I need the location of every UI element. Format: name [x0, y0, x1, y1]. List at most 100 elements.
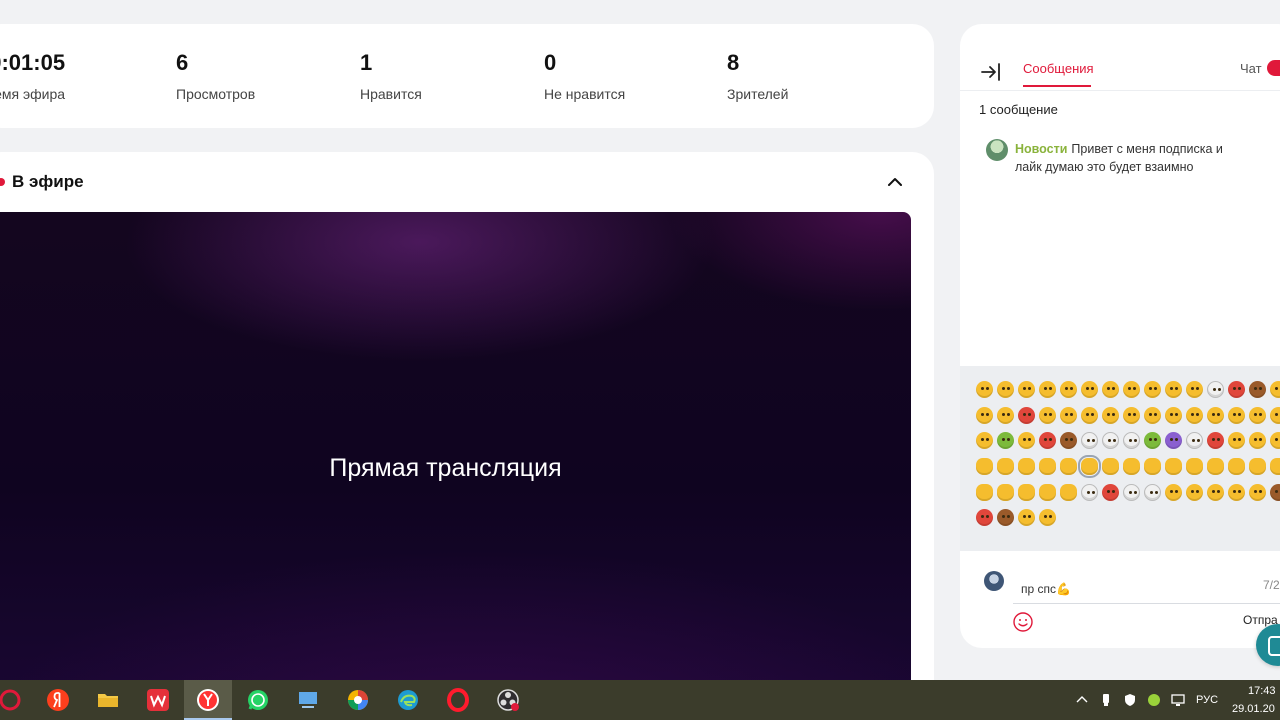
emoji-option[interactable] — [1018, 381, 1035, 398]
emoji-option[interactable] — [1039, 483, 1056, 501]
emoji-option[interactable] — [997, 381, 1014, 398]
emoji-option[interactable] — [1165, 381, 1182, 398]
antivirus-icon[interactable] — [1147, 693, 1161, 707]
emoji-option[interactable] — [1060, 432, 1077, 450]
emoji-option[interactable] — [976, 432, 993, 450]
emoji-option[interactable] — [1144, 483, 1161, 501]
opera-gx-icon[interactable] — [0, 688, 24, 712]
emoji-option[interactable] — [1165, 432, 1182, 450]
tab-messages[interactable]: Сообщения — [1023, 61, 1094, 76]
emoji-option[interactable] — [1165, 483, 1182, 501]
wps-office-icon[interactable] — [146, 688, 170, 712]
emoji-option[interactable] — [1186, 432, 1203, 450]
emoji-option[interactable] — [1060, 483, 1077, 501]
emoji-option[interactable] — [1270, 432, 1280, 450]
emoji-option[interactable] — [1228, 406, 1245, 424]
emoji-option[interactable] — [1228, 432, 1245, 450]
network-icon[interactable] — [1171, 693, 1185, 707]
emoji-option[interactable] — [1123, 432, 1140, 450]
clock-time[interactable]: 17:43 — [1248, 685, 1276, 697]
yandex-icon[interactable] — [46, 688, 70, 712]
emoji-option[interactable] — [1144, 432, 1161, 450]
emoji-option[interactable] — [976, 406, 993, 424]
message-input[interactable] — [1013, 574, 1280, 604]
emoji-option[interactable] — [1207, 381, 1224, 398]
emoji-option[interactable] — [1039, 406, 1056, 424]
emoji-option[interactable] — [997, 483, 1014, 501]
emoji-option[interactable] — [1144, 458, 1161, 476]
emoji-option[interactable] — [997, 432, 1014, 450]
emoji-option[interactable] — [1144, 406, 1161, 424]
color-picker-icon[interactable] — [346, 688, 370, 712]
chevron-up-icon[interactable] — [1075, 693, 1089, 707]
edge-icon[interactable] — [396, 688, 420, 712]
obs-icon[interactable] — [496, 688, 520, 712]
emoji-option[interactable] — [1039, 381, 1056, 398]
emoji-option[interactable] — [1144, 381, 1161, 398]
emoji-option[interactable] — [1123, 458, 1140, 476]
emoji-option[interactable] — [1270, 381, 1280, 398]
emoji-option[interactable] — [1249, 381, 1266, 398]
emoji-option[interactable] — [1207, 432, 1224, 450]
emoji-option[interactable] — [1123, 381, 1140, 398]
emoji-option[interactable] — [1018, 406, 1035, 424]
emoji-option[interactable] — [1081, 381, 1098, 398]
emoji-option[interactable] — [976, 483, 993, 501]
emoji-option[interactable] — [1186, 483, 1203, 501]
emoji-option[interactable] — [1060, 406, 1077, 424]
emoji-option[interactable] — [1207, 406, 1224, 424]
emoji-option[interactable] — [1102, 381, 1119, 398]
emoji-option[interactable] — [1060, 381, 1077, 398]
emoji-option[interactable] — [1018, 458, 1035, 476]
emoji-option[interactable] — [1228, 381, 1245, 398]
computer-icon[interactable] — [296, 688, 320, 712]
emoji-option[interactable] — [976, 381, 993, 398]
emoji-option[interactable] — [1207, 458, 1224, 476]
usb-drive-icon[interactable] — [1099, 693, 1113, 707]
collapse-button[interactable] — [885, 172, 905, 192]
emoji-option[interactable] — [1123, 406, 1140, 424]
emoji-option[interactable] — [997, 406, 1014, 424]
emoji-option[interactable] — [1270, 406, 1280, 424]
emoji-option[interactable] — [1081, 483, 1098, 501]
emoji-option[interactable] — [1078, 455, 1101, 479]
emoji-option[interactable] — [1270, 458, 1280, 476]
emoji-option[interactable] — [1123, 483, 1140, 501]
chat-toggle[interactable] — [1267, 60, 1280, 76]
avatar[interactable] — [986, 139, 1008, 161]
emoji-option[interactable] — [1228, 483, 1245, 501]
emoji-option[interactable] — [1018, 432, 1035, 450]
emoji-option[interactable] — [997, 458, 1014, 476]
emoji-option[interactable] — [1249, 483, 1266, 501]
input-language[interactable]: РУС — [1196, 694, 1218, 706]
emoji-option[interactable] — [1165, 458, 1182, 476]
emoji-option[interactable] — [1081, 432, 1098, 450]
emoji-option[interactable] — [1039, 458, 1056, 476]
emoji-option[interactable] — [1018, 483, 1035, 501]
emoji-option[interactable] — [1249, 432, 1266, 450]
video-player[interactable]: Прямая трансляция — [0, 212, 911, 712]
emoji-option[interactable] — [1249, 406, 1266, 424]
emoji-option[interactable] — [1102, 406, 1119, 424]
emoji-option[interactable] — [1102, 458, 1119, 476]
folder-icon[interactable] — [96, 688, 120, 712]
emoji-option[interactable] — [1249, 458, 1266, 476]
clock-date[interactable]: 29.01.20 — [1232, 703, 1275, 715]
security-shield-icon[interactable] — [1123, 693, 1137, 707]
emoji-option[interactable] — [1228, 458, 1245, 476]
emoji-option[interactable] — [1270, 483, 1280, 501]
emoji-option[interactable] — [1018, 509, 1035, 527]
collapse-panel-button[interactable] — [980, 61, 1002, 83]
yandex-browser-icon[interactable] — [196, 688, 220, 712]
emoji-option[interactable] — [997, 509, 1014, 527]
emoji-option[interactable] — [1102, 432, 1119, 450]
opera-icon[interactable] — [446, 688, 470, 712]
emoji-option[interactable] — [1039, 432, 1056, 450]
emoji-option[interactable] — [1060, 458, 1077, 476]
emoji-option[interactable] — [976, 509, 993, 527]
emoji-option[interactable] — [1102, 483, 1119, 501]
emoji-toggle-button[interactable] — [1012, 611, 1034, 633]
emoji-option[interactable] — [1207, 483, 1224, 501]
emoji-option[interactable] — [1039, 509, 1056, 527]
emoji-option[interactable] — [1186, 458, 1203, 476]
